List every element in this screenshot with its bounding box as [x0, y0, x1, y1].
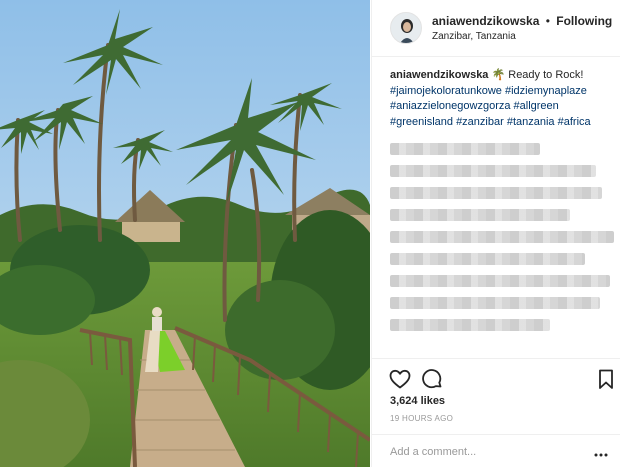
more-options-icon[interactable] — [594, 447, 608, 457]
separator-dot: • — [545, 14, 550, 28]
blurred-comments — [390, 143, 616, 341]
blurred-comment — [390, 187, 602, 199]
caption-text: 🌴 Ready to Rock! — [488, 69, 584, 81]
caption-username[interactable]: aniawendzikowska — [390, 69, 488, 81]
beach-resort-image — [0, 0, 370, 467]
post-actions: 3,624 likes 19 HOURS AGO — [372, 358, 620, 467]
blurred-comment — [390, 319, 550, 331]
post-detail-panel: aniawendzikowska • Following Zanzibar, T… — [371, 0, 620, 467]
hashtag-link[interactable]: #idziemynaplaze — [505, 85, 587, 97]
blurred-comment — [390, 297, 600, 309]
hashtag-link[interactable]: #greenisland — [390, 116, 453, 128]
post-caption: aniawendzikowska 🌴 Ready to Rock! #jaimo… — [390, 68, 616, 130]
heart-icon-glyph — [389, 369, 411, 389]
hashtag-link[interactable]: #allgreen — [514, 100, 559, 112]
like-count[interactable]: 3,624 likes — [390, 395, 445, 407]
avatar[interactable] — [390, 12, 422, 44]
blurred-comment — [390, 209, 570, 221]
blurred-comment — [390, 165, 596, 177]
post-header: aniawendzikowska • Following Zanzibar, T… — [372, 0, 620, 57]
blurred-comment — [390, 253, 585, 265]
hashtag-link[interactable]: #zanzibar — [456, 116, 504, 128]
location-link[interactable]: Zanzibar, Tanzania — [432, 31, 516, 42]
header-line: aniawendzikowska • Following — [432, 14, 612, 28]
heart-icon[interactable] — [388, 367, 412, 391]
following-button[interactable]: Following — [556, 14, 612, 28]
hashtag-link[interactable]: #aniazzielonegowzgorza — [390, 100, 510, 112]
more-dots-glyph — [594, 453, 608, 457]
add-comment-bar — [372, 434, 620, 467]
blurred-comment — [390, 143, 540, 155]
hashtag-link[interactable]: #africa — [558, 116, 591, 128]
comment-bubble-icon[interactable] — [420, 367, 444, 391]
username-link[interactable]: aniawendzikowska — [432, 14, 539, 28]
comment-input[interactable] — [390, 444, 600, 460]
hashtag-link[interactable]: #tanzania — [507, 116, 555, 128]
bookmark-icon-glyph — [599, 369, 613, 389]
bookmark-icon[interactable] — [594, 367, 618, 391]
post-timestamp[interactable]: 19 HOURS AGO — [390, 414, 453, 423]
hashtag-link[interactable]: #jaimojekoloratunkowe — [390, 85, 502, 97]
blurred-comment — [390, 231, 614, 243]
avatar-image — [391, 13, 421, 43]
blurred-comment — [390, 275, 610, 287]
comment-icon-glyph — [422, 369, 442, 389]
post-photo[interactable] — [0, 0, 370, 467]
